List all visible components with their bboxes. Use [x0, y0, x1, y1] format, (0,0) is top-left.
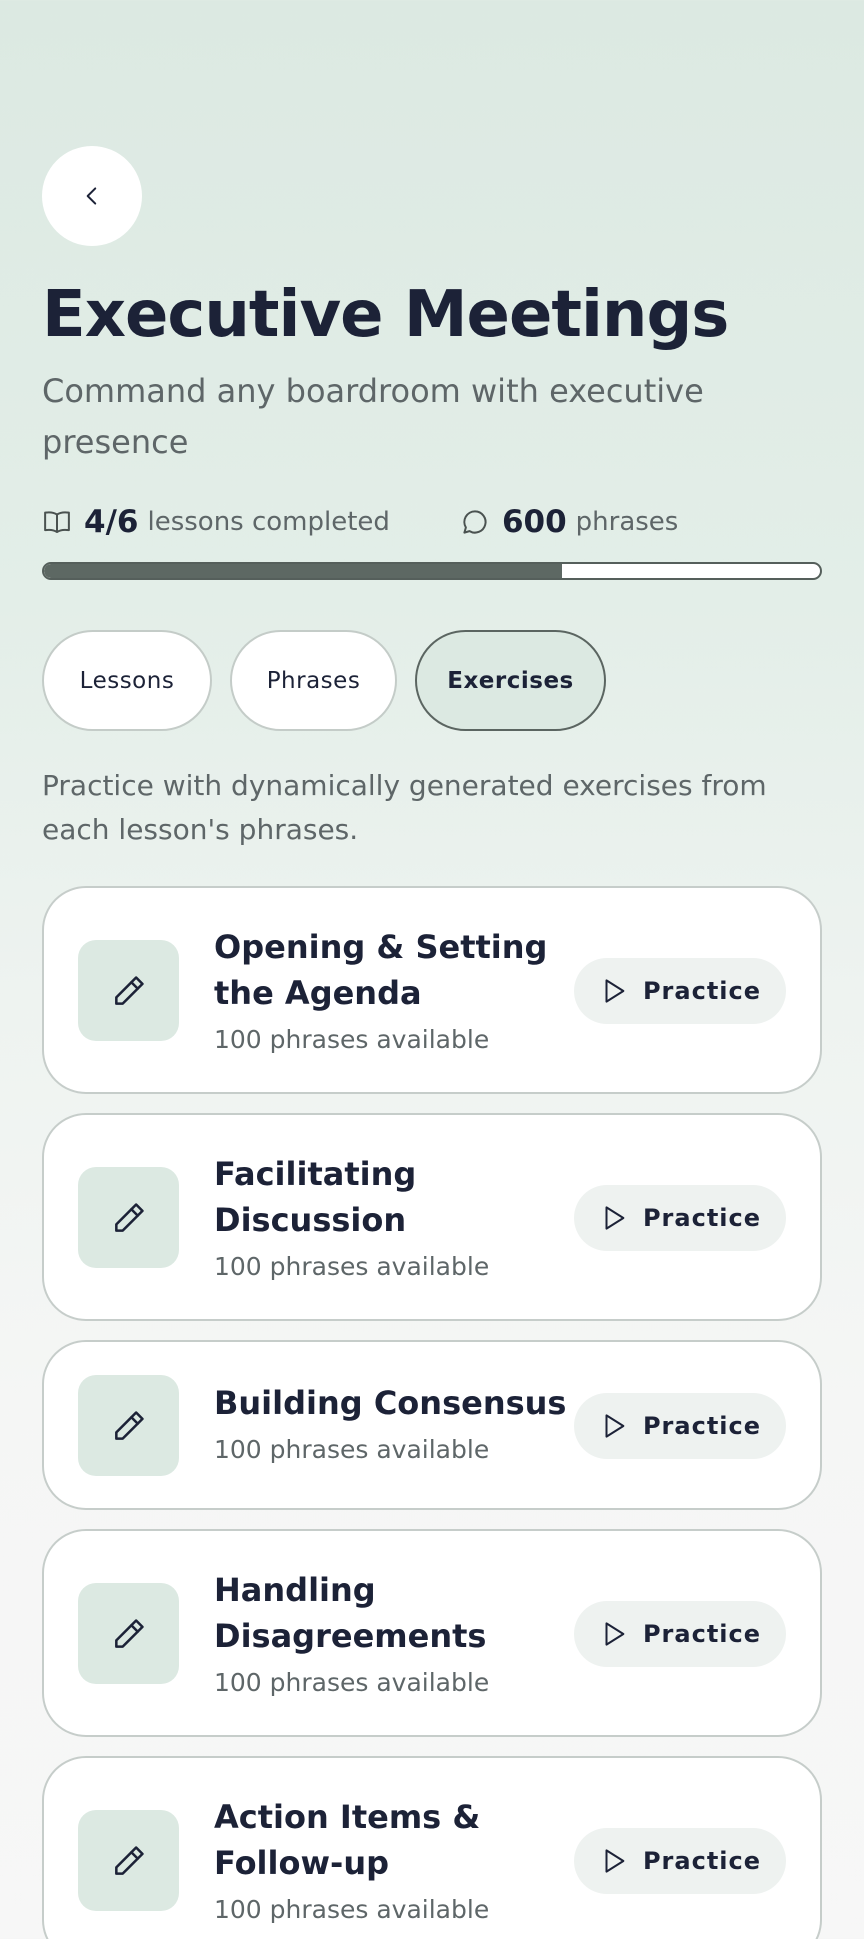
play-icon — [605, 1414, 625, 1438]
exercise-title: Handling Disagreements — [214, 1571, 487, 1655]
exercises-description: Practice with dynamically generated exer… — [42, 769, 767, 846]
course-stats: 4/6 lessons completed 600 phrases — [42, 502, 822, 542]
exercise-icon-tile — [78, 1375, 179, 1476]
pencil-icon — [114, 975, 144, 1005]
play-icon — [605, 979, 625, 1003]
exercise-text: Building Consensus 100 phrases available — [214, 1380, 574, 1464]
practice-button-label: Practice — [642, 1204, 762, 1232]
exercise-text: Action Items & Follow-up 100 phrases ava… — [214, 1794, 554, 1924]
lessons-count: 4/6 — [84, 504, 139, 540]
exercise-title: Building Consensus — [214, 1384, 567, 1422]
practice-button-label: Practice — [642, 1412, 762, 1440]
exercise-subtitle: 100 phrases available — [214, 1668, 490, 1697]
play-icon — [605, 1622, 625, 1646]
page-subtitle: Command any boardroom with executive pre… — [42, 372, 704, 461]
exercise-subtitle: 100 phrases available — [214, 1025, 490, 1054]
exercise-icon-tile — [78, 940, 179, 1041]
tab-bar: Lessons Phrases Exercises — [42, 630, 606, 731]
exercise-icon-tile — [78, 1583, 179, 1684]
exercise-icon-tile — [78, 1167, 179, 1268]
tab-lessons[interactable]: Lessons — [42, 630, 212, 731]
page-title: Executive Meetings — [42, 278, 729, 352]
exercise-subtitle: 100 phrases available — [214, 1252, 490, 1281]
back-button[interactable] — [42, 146, 142, 246]
practice-button-label: Practice — [642, 1847, 762, 1875]
phrases-stat: 600 phrases — [460, 504, 678, 540]
pencil-icon — [114, 1202, 144, 1232]
exercise-subtitle: 100 phrases available — [214, 1895, 490, 1924]
exercise-text: Opening & Setting the Agenda 100 phrases… — [214, 924, 554, 1054]
practice-button[interactable]: Practice — [574, 1828, 786, 1894]
pencil-icon — [114, 1410, 144, 1440]
phrases-label: phrases — [575, 507, 679, 537]
exercise-card[interactable]: Facilitating Discussion 100 phrases avai… — [42, 1113, 822, 1321]
pencil-icon — [114, 1618, 144, 1648]
phrases-count: 600 — [501, 504, 567, 540]
exercise-card[interactable]: Opening & Setting the Agenda 100 phrases… — [42, 886, 822, 1094]
exercise-subtitle: 100 phrases available — [214, 1435, 490, 1464]
practice-button[interactable]: Practice — [574, 1185, 786, 1251]
exercise-text: Handling Disagreements 100 phrases avail… — [214, 1567, 554, 1697]
practice-button[interactable]: Practice — [574, 1601, 786, 1667]
practice-button[interactable]: Practice — [574, 1393, 786, 1459]
exercise-title: Action Items & Follow-up — [214, 1798, 481, 1882]
exercise-text: Facilitating Discussion 100 phrases avai… — [214, 1151, 554, 1281]
play-icon — [605, 1849, 625, 1873]
practice-button-label: Practice — [642, 977, 762, 1005]
tab-phrases[interactable]: Phrases — [230, 630, 397, 731]
exercise-title: Opening & Setting the Agenda — [214, 928, 548, 1012]
tab-exercises[interactable]: Exercises — [415, 630, 606, 731]
exercise-card[interactable]: Handling Disagreements 100 phrases avail… — [42, 1529, 822, 1737]
progress-bar — [42, 562, 822, 580]
lessons-label: lessons completed — [147, 507, 390, 537]
practice-button-label: Practice — [642, 1620, 762, 1648]
book-icon — [44, 511, 70, 533]
exercise-card[interactable]: Action Items & Follow-up 100 phrases ava… — [42, 1756, 822, 1939]
pencil-icon — [114, 1845, 144, 1875]
exercise-icon-tile — [78, 1810, 179, 1911]
practice-button[interactable]: Practice — [574, 958, 786, 1024]
chevron-left-icon — [86, 187, 97, 205]
exercise-title: Facilitating Discussion — [214, 1155, 417, 1239]
exercise-card[interactable]: Building Consensus 100 phrases available… — [42, 1340, 822, 1510]
chat-bubble-icon — [463, 510, 487, 534]
progress-fill — [44, 564, 562, 578]
play-icon — [605, 1206, 625, 1230]
lessons-stat: 4/6 lessons completed — [42, 504, 390, 540]
